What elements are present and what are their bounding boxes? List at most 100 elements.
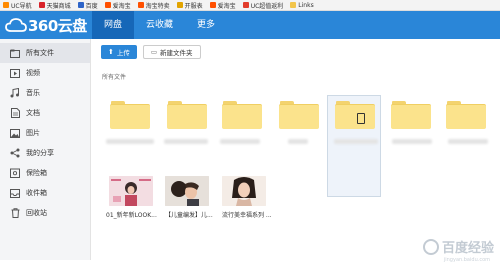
bookmark-favicon-icon [290,2,297,8]
sidebar-item-recycle-bin[interactable]: 回收站 [0,203,90,223]
folder-item[interactable] [391,101,431,129]
bookmark-label: 淘宝特卖 [145,2,170,10]
bookmark-favicon-icon [242,2,249,8]
bookmark-favicon-icon [77,2,84,8]
bookmark-item[interactable]: 天猫商城 [38,1,71,10]
upload-button-label: 上传 [116,49,130,57]
bookmark-label: Links [298,1,314,9]
thumbnail-caption: 01_新年新LOOK... [106,212,157,219]
folder-name-blurred [448,139,488,144]
thumbnail-caption: 流行美幸福系列 ... [222,212,272,219]
folder-item[interactable] [167,101,207,129]
bookmark-favicon-icon [137,2,144,8]
bookmark-label: 开服表 [184,2,203,10]
bookmark-label: 爱淘宝 [112,2,131,10]
sidebar-item-label: 音乐 [26,89,40,97]
folder-item[interactable] [446,101,486,129]
sidebar-item-my-shares[interactable]: 我的分享 [0,143,90,163]
file-area: ⬆ 上传 ▭ 新建文件夹 所有文件 01_新年新LOOK... 【儿童编发】儿.… [92,39,500,263]
new-folder-icon: ▭ [150,48,158,56]
bookmark-item[interactable]: 爱淘宝 [104,1,131,10]
app-header: 360云盘 网盘 云收藏 更多 [0,11,500,39]
folder-name-blurred [288,139,308,144]
document-icon [10,108,20,118]
image-thumbnail[interactable] [109,176,153,206]
bookmark-label: UC超值返利 [250,2,284,10]
new-folder-button[interactable]: ▭ 新建文件夹 [142,45,201,59]
toolbar: ⬆ 上传 ▭ 新建文件夹 [101,45,201,59]
sidebar-item-music[interactable]: 音乐 [0,83,90,103]
nav-tab-netdisk[interactable]: 网盘 [92,11,135,39]
music-icon [10,88,20,98]
sidebar-item-label: 文档 [26,109,40,117]
folder-name-blurred [220,139,260,144]
sidebar-item-label: 视频 [26,69,40,77]
breadcrumb: 所有文件 [102,74,127,81]
inbox-icon [10,188,20,198]
image-thumbnail[interactable] [222,176,266,206]
bookmark-label: 天猫商城 [46,2,71,10]
sidebar-item-label: 我的分享 [26,149,54,157]
bookmark-item[interactable]: UC导航 [3,1,32,10]
folder-icon [10,48,20,58]
safe-icon [10,168,20,178]
cloud-logo-icon [5,18,27,32]
bookmark-label: UC导航 [11,2,32,10]
folder-name-blurred [392,139,432,144]
bookmark-label: 百度 [85,2,98,10]
folder-item[interactable] [110,101,150,129]
bookmark-item[interactable]: 百度 [77,1,98,10]
bookmark-item[interactable]: 淘宝特卖 [137,1,170,10]
watermark-text: 百度经验 [441,241,494,256]
sidebar: 所有文件 视频 音乐 文档 图片 我的分享 保险箱 收件箱 回收站 [0,39,91,260]
new-folder-button-label: 新建文件夹 [160,49,193,57]
sidebar-item-video[interactable]: 视频 [0,63,90,83]
logo[interactable]: 360云盘 [5,16,87,35]
photo-icon [109,176,153,206]
sidebar-item-images[interactable]: 图片 [0,123,90,143]
sidebar-item-label: 所有文件 [26,49,54,57]
photo-icon [165,176,209,206]
watermark: 百度经验 jingyan.baidu.com [422,237,494,263]
folder-name-blurred [334,139,378,144]
sidebar-item-inbox[interactable]: 收件箱 [0,183,90,203]
share-icon [10,148,20,158]
bookmark-label: 爱淘宝 [217,2,236,10]
paw-logo-icon [422,238,439,255]
upload-icon: ⬆ [108,48,114,56]
bookmark-item[interactable]: 开服表 [176,1,203,10]
watermark-subtext: jingyan.baidu.com [443,257,490,263]
folder-item-selected[interactable] [335,101,375,129]
bookmark-item[interactable]: UC超值返利 [242,1,284,10]
bookmark-bar: UC导航 天猫商城 百度 爱淘宝 淘宝特卖 开服表 爱淘宝 UC超值返利 Links [0,0,500,11]
bookmark-favicon-icon [209,2,216,8]
folder-item[interactable] [222,101,262,129]
folder-name-blurred [164,139,208,144]
nav-tab-cloud-favorites[interactable]: 云收藏 [134,11,185,39]
folder-item[interactable] [279,101,319,129]
main-nav: 网盘 云收藏 更多 [92,11,227,39]
sidebar-item-all-files[interactable]: 所有文件 [0,43,90,63]
bookmark-favicon-icon [176,2,183,8]
image-thumbnail[interactable] [165,176,209,206]
bookmark-favicon-icon [38,2,45,8]
folder-name-blurred [106,139,154,144]
upload-button[interactable]: ⬆ 上传 [101,45,137,59]
trash-icon [10,208,20,218]
sidebar-item-label: 图片 [26,129,40,137]
logo-text: 360云盘 [28,16,87,35]
sidebar-item-label: 保险箱 [26,169,47,177]
bookmark-favicon-icon [3,2,9,8]
document-overlay-icon [357,113,365,124]
nav-tab-more[interactable]: 更多 [185,11,227,39]
sidebar-item-documents[interactable]: 文档 [0,103,90,123]
photo-icon [222,176,266,206]
bookmark-item[interactable]: 爱淘宝 [209,1,236,10]
thumbnail-caption: 【儿童编发】儿... [165,212,213,219]
video-icon [10,68,20,78]
sidebar-item-label: 收件箱 [26,189,47,197]
image-icon [10,128,20,138]
sidebar-item-safe[interactable]: 保险箱 [0,163,90,183]
bookmark-item[interactable]: Links [290,1,314,9]
bookmark-favicon-icon [104,2,111,8]
